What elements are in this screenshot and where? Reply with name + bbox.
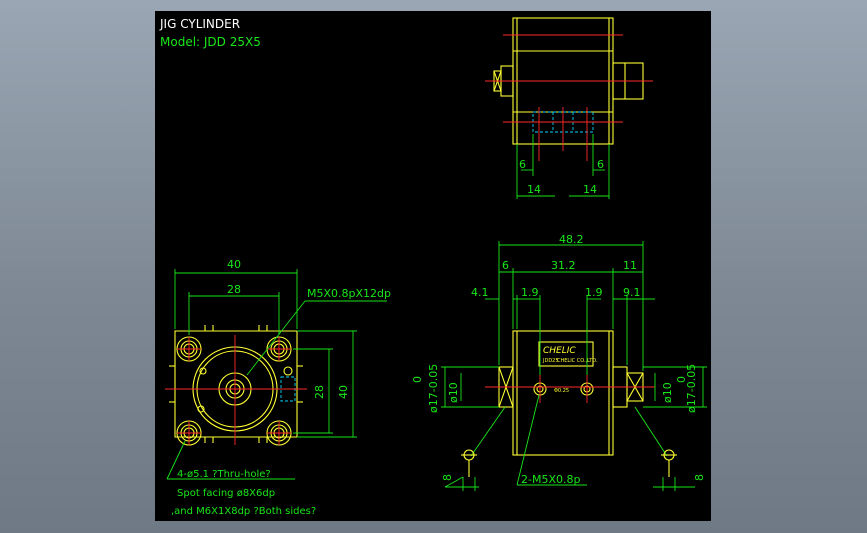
dim-dia-10-right: ø10 [661,382,674,403]
cad-drawing: JIG CYLINDER Model: JDD 25X5 6 6 14 14 4… [159,17,707,517]
dim-top-14-left: 14 [527,183,541,196]
side-view: CHELIC JDD25 CHELIC CO.,LTD. Φ0.25 48.2 … [411,233,707,491]
dim-side-4-1: 4.1 [471,286,489,299]
dim-side-48-2: 48.2 [559,233,584,246]
dim-side-8-right: 8 [693,474,706,481]
cad-viewport[interactable]: JIG CYLINDER Model: JDD 25X5 6 6 14 14 4… [155,11,711,521]
dim-front-40-height: 40 [337,385,350,399]
drawing-title: JIG CYLINDER [159,17,240,31]
dim-front-28-width: 28 [227,283,241,296]
dim-side-9-1: 9.1 [623,286,641,299]
dim-side-6: 6 [502,259,509,272]
dim-dia-17-right: ø17-0.05 [685,364,698,413]
dim-dia-17-left: ø17-0.05 [427,364,440,413]
dim-front-40-width: 40 [227,258,241,271]
dim-dia-10-left: ø10 [447,382,460,403]
port-mark: Φ0.25 [554,388,569,394]
note-line-1: 4-ø5.1 ?Thru-hole? [177,469,271,480]
nameplate-text-2: CHELIC CO.,LTD. [557,358,598,364]
top-view: 6 6 14 14 [485,17,653,199]
note-line-2: Spot facing ø8X6dp [177,488,275,499]
dim-top-6-left: 6 [519,158,526,171]
brand-label: CHELIC [543,346,576,356]
model-label: Model: JDD 25X5 [160,35,261,49]
dim-side-port-thread: 2-M5X0.8p [521,473,580,486]
dim-side-1-9-right: 1.9 [585,286,603,299]
dim-top-6-right: 6 [597,158,604,171]
dim-dia-17-right-tol: 0 [675,376,688,383]
dim-top-14-right: 14 [583,183,597,196]
dim-side-1-9-left: 1.9 [521,286,539,299]
note-line-3: ,and M6X1X8dp ?Both sides? [171,506,316,517]
dim-dia-17-left-tol: 0 [411,376,424,383]
dim-front-thread: M5X0.8pX12dp [307,287,391,300]
front-view: 40 28 M5X0.8pX12dp 28 40 [165,258,391,446]
dim-side-11: 11 [623,259,637,272]
dim-side-31-2: 31.2 [551,259,576,272]
dim-front-28-height: 28 [313,385,326,399]
dim-side-8-left: 8 [441,474,454,481]
